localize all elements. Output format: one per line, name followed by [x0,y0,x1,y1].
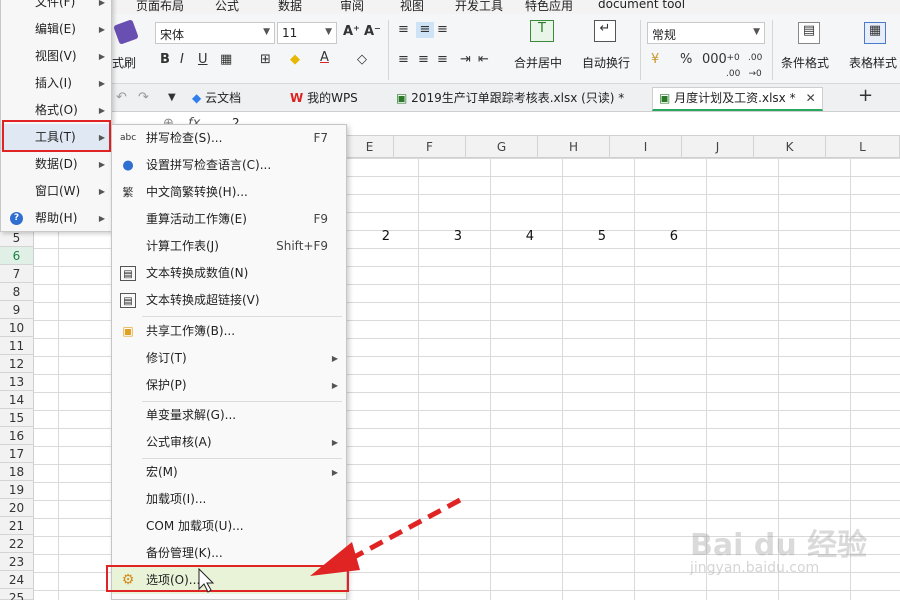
annotation-arrow-overlay [198,497,462,593]
dashed-arrow-line [343,497,462,565]
mouse-cursor-icon [198,567,215,593]
arrow-head [310,542,360,576]
